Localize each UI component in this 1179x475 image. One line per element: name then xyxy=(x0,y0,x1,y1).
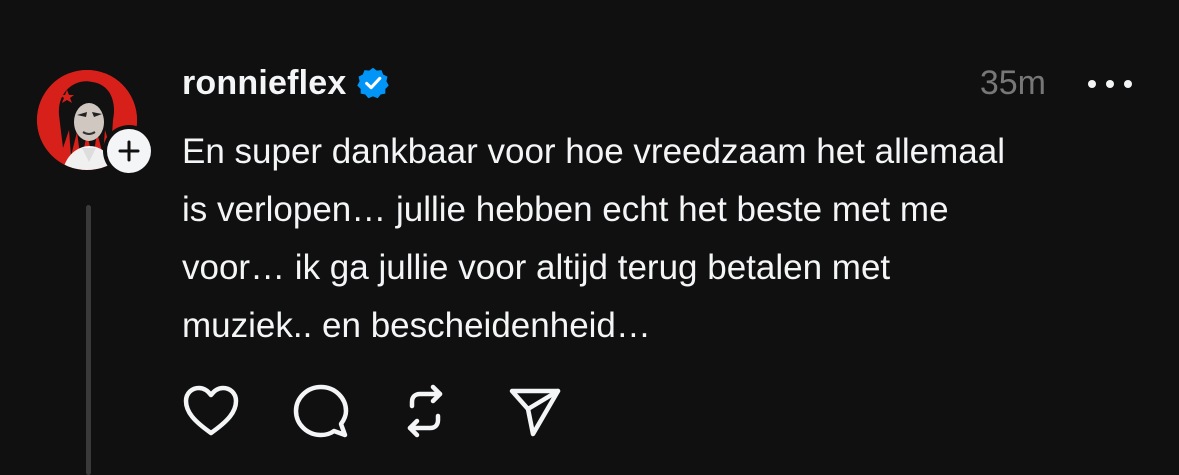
reply-button[interactable] xyxy=(290,380,352,442)
post-body-line: voor… ik ga jullie voor altijd terug bet… xyxy=(182,248,891,287)
send-icon xyxy=(509,388,561,437)
repost-icon xyxy=(407,384,443,438)
like-button[interactable] xyxy=(180,380,242,442)
post-body-line: En super dankbaar voor hoe vreedzaam het… xyxy=(182,132,1005,171)
post-body: En super dankbaar voor hoe vreedzaam het… xyxy=(182,123,1142,355)
timestamp: 35m xyxy=(979,64,1046,102)
username[interactable]: ronnieflex xyxy=(182,64,346,103)
post-body-line: is verlopen… jullie hebben echt het best… xyxy=(182,190,949,229)
more-options-icon[interactable] xyxy=(1088,78,1132,90)
thread-line xyxy=(86,205,91,475)
post-body-line: muziek.. en bescheidenheid… xyxy=(182,306,651,345)
comment-icon xyxy=(293,384,349,438)
thread-post: ronnieflex 35m En super dankbaar voor ho… xyxy=(0,0,1179,475)
post-header: ronnieflex xyxy=(182,60,390,106)
plus-icon xyxy=(118,140,140,162)
follow-button[interactable] xyxy=(103,125,155,177)
verified-badge-icon xyxy=(356,66,390,100)
repost-button[interactable] xyxy=(394,380,456,442)
share-button[interactable] xyxy=(504,380,566,442)
heart-icon xyxy=(183,385,239,436)
